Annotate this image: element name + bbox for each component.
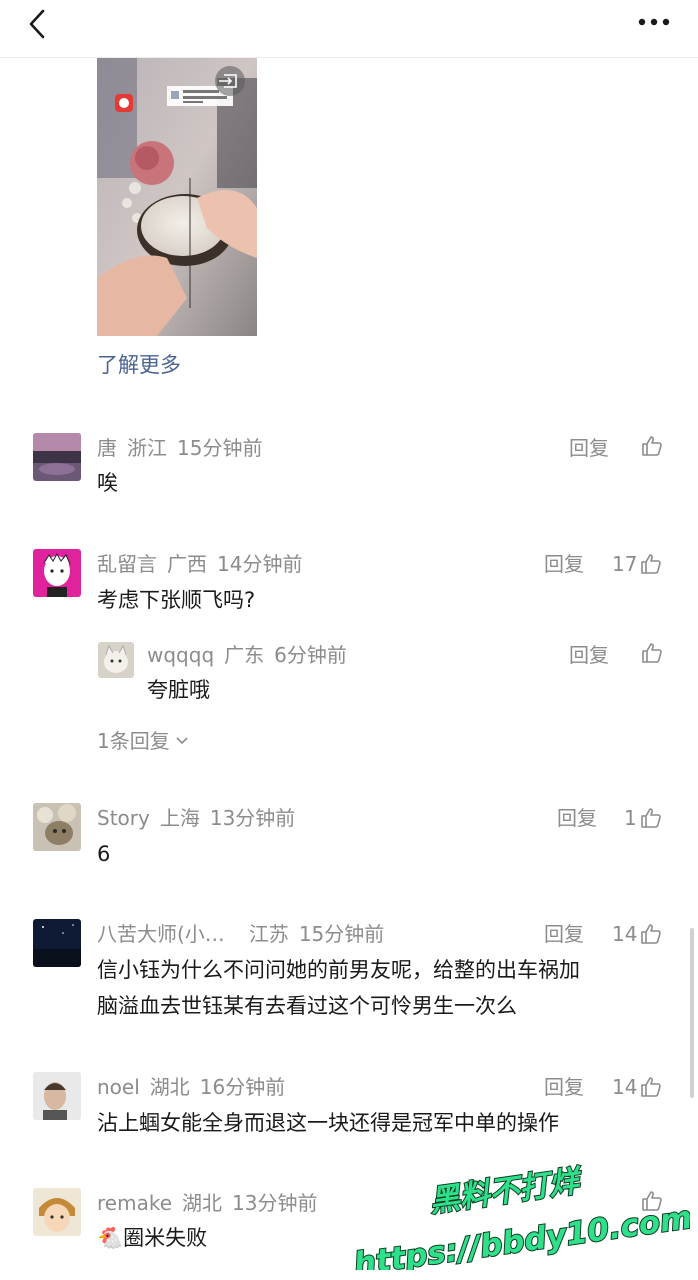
like-button[interactable]: 1	[624, 804, 663, 832]
comment-text: 6	[97, 842, 111, 866]
reply-button[interactable]: 回复	[544, 550, 584, 578]
comment-meta: 乱留言 广西 14分钟前	[97, 550, 302, 578]
like-count: 14	[612, 922, 638, 946]
learn-more-link[interactable]: 了解更多	[97, 350, 181, 380]
avatar[interactable]	[98, 642, 134, 678]
like-button[interactable]: 14	[612, 1073, 663, 1101]
comment-text: 唉	[97, 471, 118, 495]
timestamp: 15分钟前	[177, 436, 263, 460]
like-count: 14	[612, 1075, 638, 1099]
timestamp: 16分钟前	[199, 1075, 286, 1099]
username[interactable]: noel	[97, 1075, 140, 1099]
thumbs-up-icon	[642, 436, 662, 456]
timestamp: 15分钟前	[298, 922, 385, 946]
thumbs-up-icon	[640, 808, 661, 828]
like-button[interactable]: 14	[612, 920, 663, 948]
username[interactable]: Story	[97, 806, 150, 830]
comment-text: 沾上蝈女能全身而退这一块还得是冠军中单的操作	[97, 1111, 559, 1135]
avatar[interactable]	[33, 919, 81, 967]
comment-text-line: 信小钰为什么不问问她的前男友呢，给整的出车祸加	[97, 958, 580, 982]
comment-meta: noel 湖北 16分钟前	[97, 1073, 285, 1101]
timestamp: 13分钟前	[232, 1191, 318, 1215]
comment-meta: wqqqq 广东 6分钟前	[147, 641, 347, 669]
video-thumbnail[interactable]	[97, 58, 257, 336]
location: 广东	[224, 643, 265, 667]
like-count: 17	[612, 552, 638, 576]
expand-replies-button[interactable]: 1条回复	[97, 727, 190, 755]
timestamp: 14分钟前	[217, 552, 303, 576]
location: 广西	[167, 552, 207, 576]
like-button[interactable]	[640, 641, 664, 665]
chevron-left-icon	[29, 9, 45, 39]
comment-meta: 八苦大师(小… 江苏 15分钟前	[97, 920, 384, 948]
avatar[interactable]	[33, 549, 81, 597]
location: 湖北	[149, 1075, 190, 1099]
top-bar	[0, 0, 698, 58]
username[interactable]: 八苦大师(小…	[97, 922, 225, 946]
comment-meta: 唐浙江 15分钟前	[97, 434, 262, 462]
reply-button[interactable]: 回复	[569, 641, 609, 669]
reply-button[interactable]: 回复	[569, 434, 609, 462]
watermark-title: 黑料不打烊	[428, 1163, 585, 1219]
comment-text: 🐔圈米失败	[97, 1226, 208, 1250]
location: 浙江	[127, 436, 167, 460]
username[interactable]: remake	[97, 1191, 172, 1215]
more-horizontal-icon	[638, 18, 670, 26]
comment-meta: Story 上海 13分钟前	[97, 804, 295, 832]
more-button[interactable]	[632, 10, 676, 34]
location: 湖北	[182, 1191, 222, 1215]
chevron-down-icon	[176, 737, 188, 745]
like-button[interactable]: 17	[612, 550, 663, 578]
comment-meta: remake 湖北 13分钟前	[97, 1189, 317, 1217]
comment-text: 夸脏哦	[147, 678, 210, 702]
timestamp: 13分钟前	[209, 806, 296, 830]
avatar[interactable]	[33, 1072, 81, 1120]
comment-text-line: 脑溢血去世钰某有去看过这个可怜男生一次么	[97, 994, 517, 1018]
reply-button[interactable]: 回复	[544, 1073, 584, 1101]
reply-button[interactable]: 回复	[557, 804, 597, 832]
location: 江苏	[248, 922, 289, 946]
watermark-url: https://bbdy10.com	[352, 1200, 690, 1270]
username[interactable]: 唐	[97, 436, 117, 460]
thumbs-up-icon	[641, 554, 662, 574]
reply-button[interactable]: 回复	[544, 920, 584, 948]
like-button[interactable]	[640, 434, 664, 458]
comment-text: 考虑下张顺飞吗?	[97, 588, 256, 612]
username[interactable]: wqqqq	[147, 643, 214, 667]
back-button[interactable]	[22, 6, 52, 42]
timestamp: 6分钟前	[274, 643, 347, 667]
replies-count: 1条回复	[97, 729, 170, 753]
like-count: 1	[624, 806, 637, 830]
thumbs-up-icon	[642, 643, 662, 663]
username[interactable]: 乱留言	[97, 552, 157, 576]
thumbs-up-icon	[641, 924, 662, 944]
location: 上海	[159, 806, 200, 830]
watermark: 黑料不打烊 https://bbdy10.com	[351, 1162, 690, 1270]
avatar[interactable]	[33, 1188, 81, 1236]
avatar[interactable]	[33, 803, 81, 851]
avatar[interactable]	[33, 433, 81, 481]
scrollbar[interactable]	[690, 928, 694, 1098]
thumbs-up-icon	[641, 1077, 662, 1097]
